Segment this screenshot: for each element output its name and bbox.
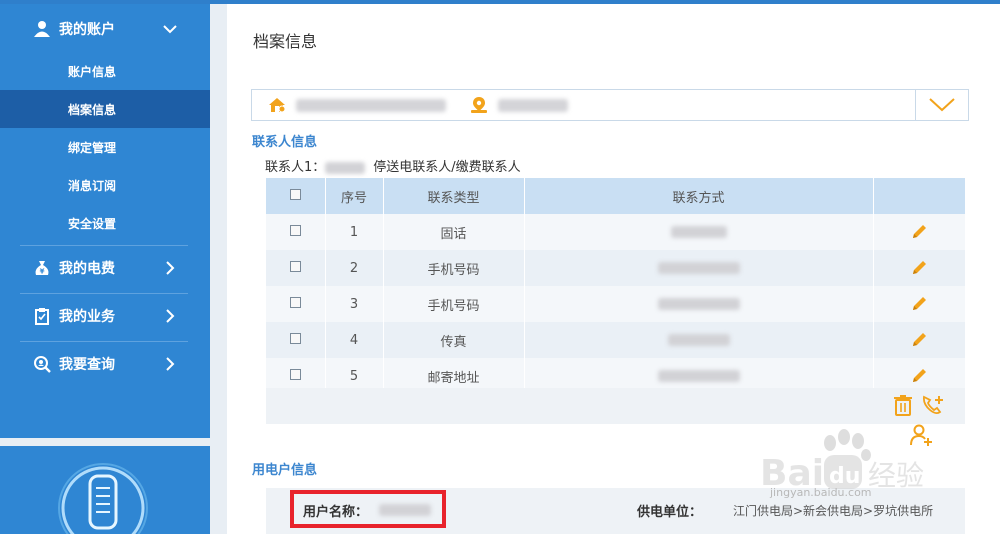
edit-cell[interactable] <box>873 286 966 322</box>
sidebar-item-security[interactable]: 安全设置 <box>0 204 210 242</box>
svg-text:¥: ¥ <box>40 268 45 276</box>
power-meter-icon <box>58 463 148 534</box>
sidebar-item-label: 安全设置 <box>68 216 117 231</box>
row-checkbox[interactable] <box>289 368 301 380</box>
row-index: 3 <box>325 286 384 322</box>
row-index: 1 <box>325 214 384 250</box>
nav-group-my-business[interactable]: 我的业务 <box>0 293 210 339</box>
masked-value <box>667 334 730 346</box>
sidebar-gap <box>0 438 210 446</box>
highlight-box <box>290 490 446 528</box>
row-type: 手机号码 <box>383 250 525 286</box>
moneybag-icon: ¥ <box>33 259 51 277</box>
pencil-icon[interactable] <box>910 331 928 349</box>
contact-roles: 停送电联系人/缴费联系人 <box>373 160 521 175</box>
nav-group-label: 我的业务 <box>59 309 115 325</box>
table-row: 3 手机号码 <box>266 286 966 322</box>
column-header: 联系方式 <box>524 178 874 214</box>
row-index: 2 <box>325 250 384 286</box>
chevron-right-icon <box>166 357 175 371</box>
home-icon <box>269 98 286 113</box>
row-contact-value <box>524 286 874 322</box>
nav-group-query[interactable]: 我要查询 <box>0 341 210 387</box>
contact-person-line: 联系人1： 停送电联系人/缴费联系人 <box>265 156 521 175</box>
location-pin-icon <box>471 97 487 113</box>
column-header: 序号 <box>325 178 384 214</box>
watermark-url: jingyan.baidu.com <box>770 486 872 499</box>
column-header: 联系类型 <box>383 178 525 214</box>
nav-group-my-bill[interactable]: ¥ 我的电费 <box>0 245 210 291</box>
row-type: 手机号码 <box>383 286 525 322</box>
row-checkbox[interactable] <box>289 260 301 272</box>
chevron-right-icon <box>166 309 175 323</box>
row-checkbox[interactable] <box>289 224 301 236</box>
masked-contact-name <box>325 161 366 174</box>
dropdown-toggle[interactable] <box>915 90 968 120</box>
edit-cell[interactable] <box>873 322 966 358</box>
table-footer <box>266 388 965 424</box>
table-row: 4 传真 <box>266 322 966 358</box>
phone-add-icon[interactable] <box>921 394 945 416</box>
contact-table: 序号 联系类型 联系方式 1 固话 2 手机号码 3 手机号码 4 传真 5 邮… <box>266 178 966 394</box>
search-icon <box>33 355 51 373</box>
row-index: 4 <box>325 322 384 358</box>
masked-value <box>657 370 740 382</box>
nav-group-label: 我要查询 <box>59 357 115 373</box>
nav-group-label: 我的电费 <box>59 261 115 277</box>
pencil-icon[interactable] <box>910 367 928 385</box>
contact-section-title: 联系人信息 <box>252 135 318 150</box>
sidebar-item-account-info[interactable]: 账户信息 <box>0 52 210 90</box>
edit-cell[interactable] <box>873 214 966 250</box>
table-row: 2 手机号码 <box>266 250 966 286</box>
select-all-cell[interactable] <box>266 178 326 214</box>
sidebar-item-label: 消息订阅 <box>68 178 117 193</box>
sidebar-item-label: 绑定管理 <box>68 140 117 155</box>
masked-value <box>670 226 727 238</box>
nav-group-my-account[interactable]: 我的账户 <box>0 6 210 52</box>
pencil-icon[interactable] <box>910 259 928 277</box>
row-type: 传真 <box>383 322 525 358</box>
sidebar-item-label: 账户信息 <box>68 64 117 79</box>
chevron-down-icon <box>929 98 955 112</box>
masked-value <box>657 262 740 274</box>
supply-unit-label: 供电单位： <box>637 505 703 520</box>
row-contact-value <box>524 214 874 250</box>
user-icon <box>33 20 51 38</box>
archive-selector[interactable] <box>251 89 969 121</box>
clipboard-icon <box>33 307 51 325</box>
trash-icon[interactable] <box>893 394 913 416</box>
row-checkbox[interactable] <box>289 332 301 344</box>
table-row: 1 固话 <box>266 214 966 250</box>
masked-address <box>296 99 446 112</box>
sidebar: 我的账户 账户信息 档案信息 绑定管理 消息订阅 安全设置 ¥ 我的电费 我的业… <box>0 4 210 438</box>
page-title: 档案信息 <box>253 32 318 51</box>
row-contact-value <box>524 250 874 286</box>
pencil-icon[interactable] <box>910 295 928 313</box>
chevron-down-icon <box>163 25 177 34</box>
select-all-checkbox[interactable] <box>289 188 301 200</box>
contact-label: 联系人1： <box>265 160 326 175</box>
user-section-title: 用电户信息 <box>252 463 318 478</box>
row-type: 固话 <box>383 214 525 250</box>
sidebar-item-label: 档案信息 <box>68 102 117 117</box>
nav-group-label: 我的账户 <box>59 22 115 38</box>
sidebar-item-archive-info[interactable]: 档案信息 <box>0 90 210 128</box>
sidebar-item-binding[interactable]: 绑定管理 <box>0 128 210 166</box>
masked-value <box>657 298 740 310</box>
table-header-row: 序号 联系类型 联系方式 <box>266 178 966 214</box>
edit-cell[interactable] <box>873 250 966 286</box>
pencil-icon[interactable] <box>910 223 928 241</box>
masked-account-number <box>498 99 568 112</box>
row-contact-value <box>524 322 874 358</box>
column-header <box>873 178 966 214</box>
chevron-right-icon <box>166 261 175 275</box>
svg-text:经验: 经验 <box>868 459 924 492</box>
sidebar-promo-banner[interactable] <box>0 446 210 534</box>
sidebar-item-subscription[interactable]: 消息订阅 <box>0 166 210 204</box>
row-checkbox[interactable] <box>289 296 301 308</box>
